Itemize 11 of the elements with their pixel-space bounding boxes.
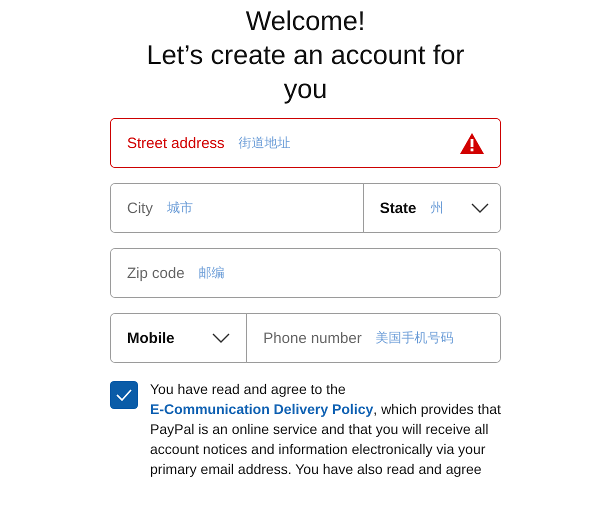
page-title: Let’s create an account for you	[146, 39, 466, 106]
check-icon	[116, 389, 132, 401]
welcome-title: Welcome!	[244, 5, 366, 38]
policy-link[interactable]: E-Communication Delivery Policy	[150, 401, 374, 417]
input-field[interactable]: Street address 街道地址	[111, 119, 500, 167]
input-field[interactable]: Zip code 邮编	[111, 249, 500, 297]
translation-hint: 街道地址	[238, 134, 291, 152]
warning-icon	[460, 132, 484, 154]
consent-text: You have read and agree to the E-Communication Delivery Policy, which provides that PayPal is an online service and that you will receive all account notices and information electronically via your primary email address. You have also read and agree	[150, 380, 501, 479]
translation-hint: 邮编	[198, 264, 225, 282]
checkbox[interactable]	[110, 381, 138, 409]
